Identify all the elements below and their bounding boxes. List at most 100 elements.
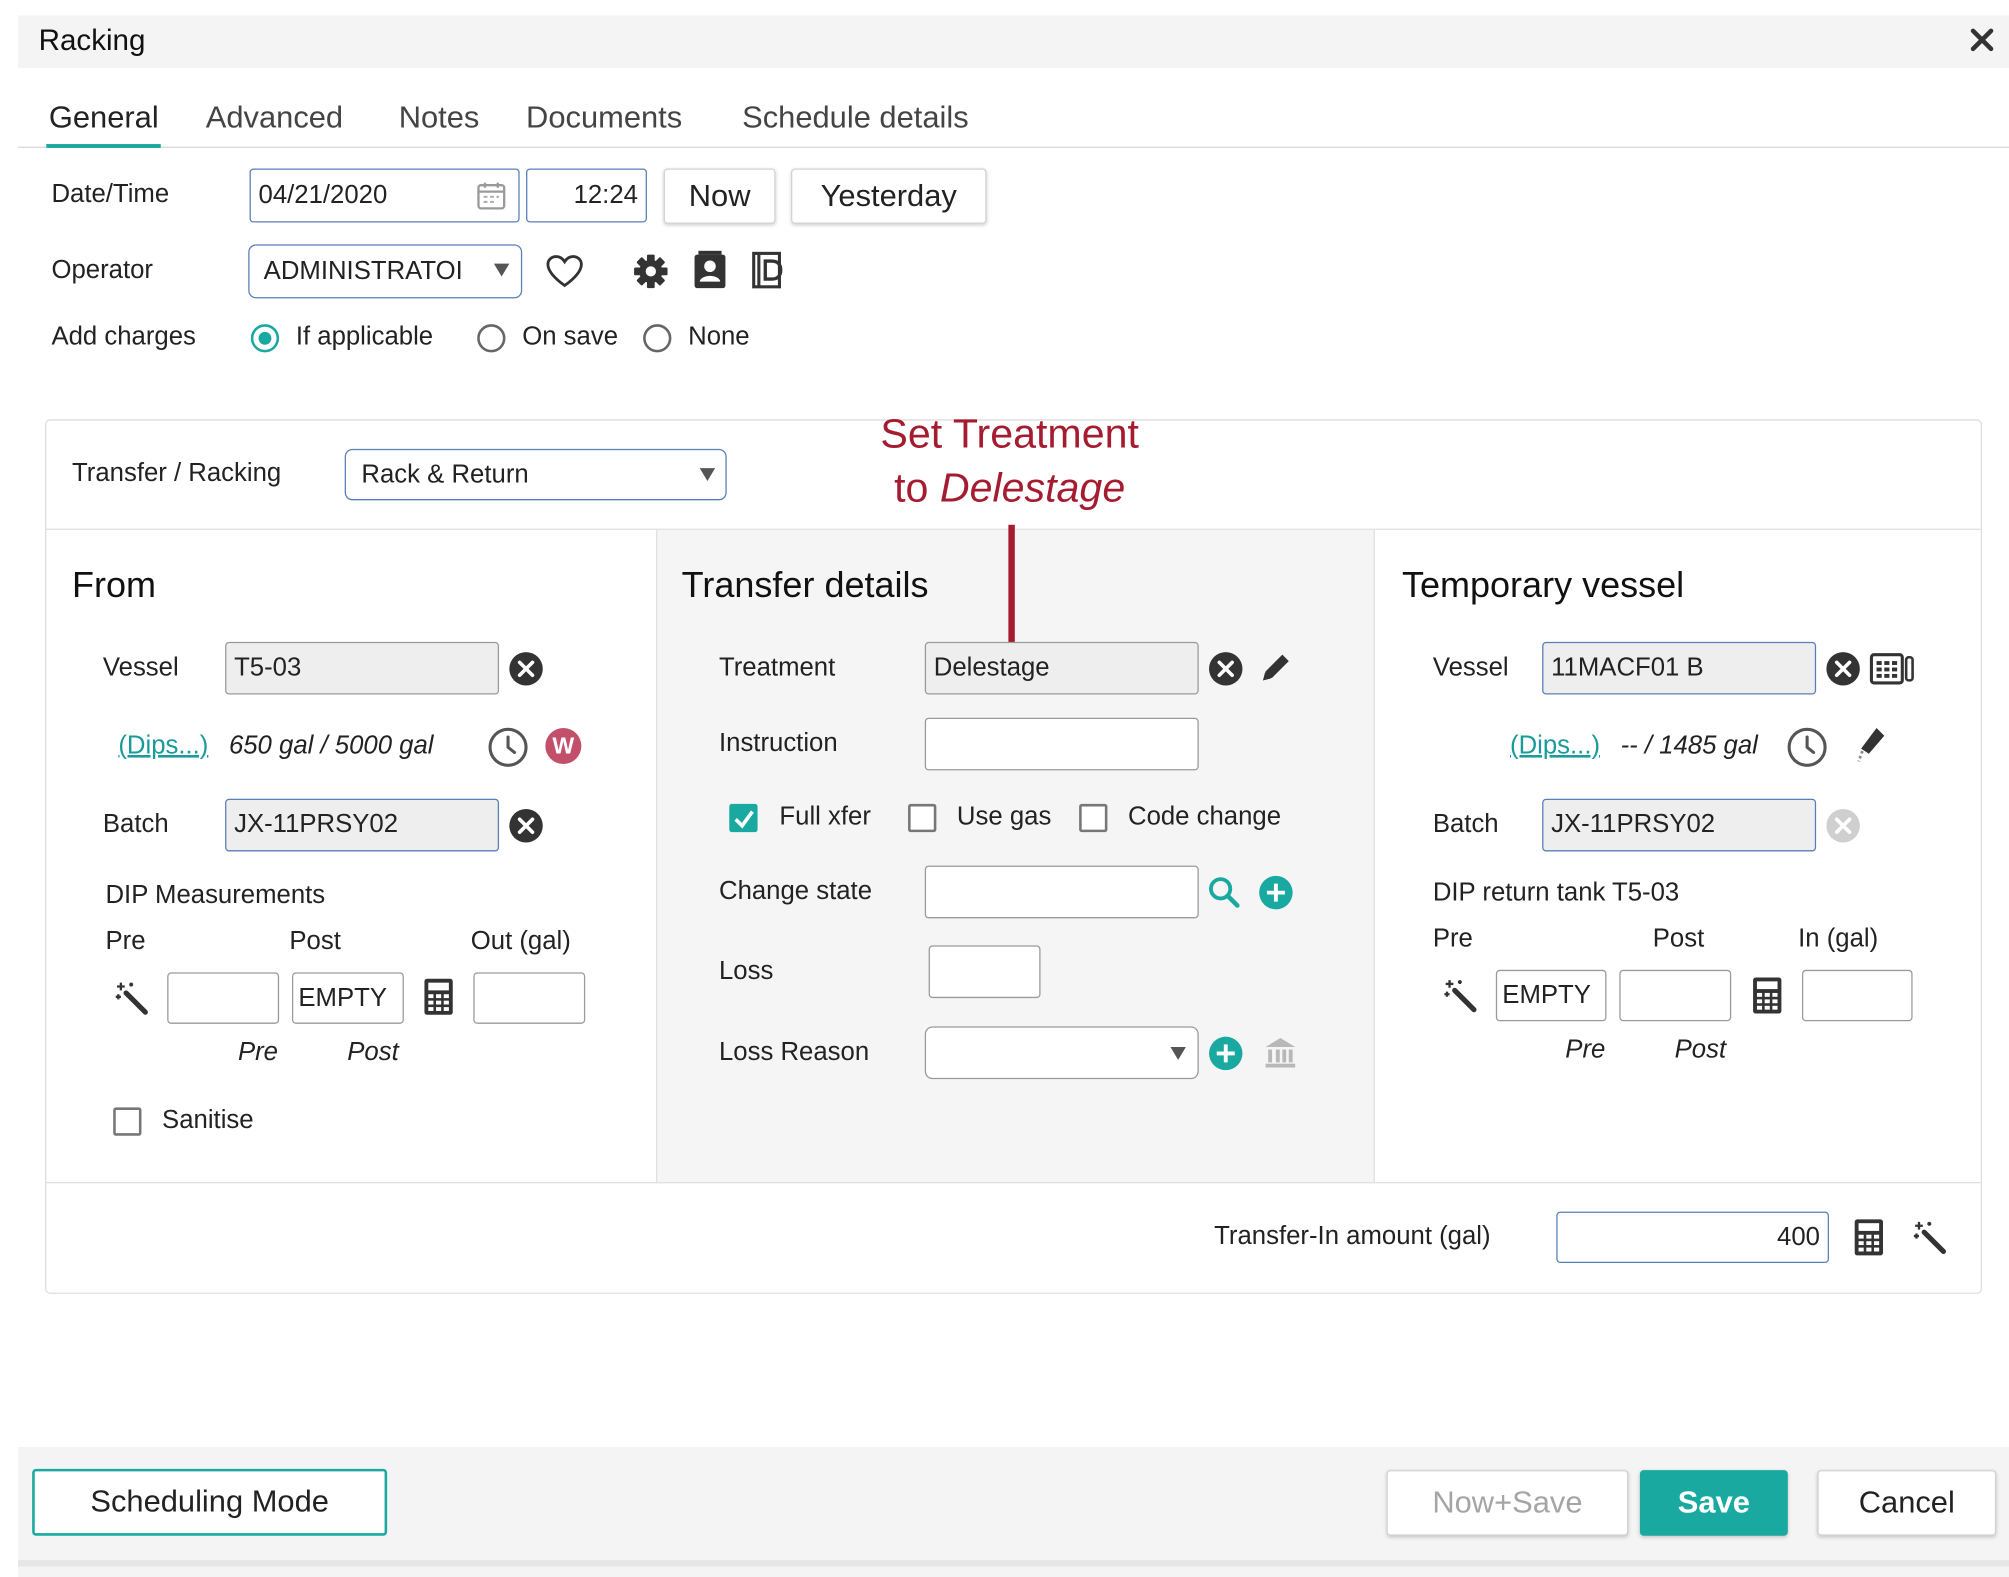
- w-badge-icon[interactable]: W: [545, 727, 582, 765]
- radio-if-applicable[interactable]: [250, 324, 280, 353]
- temp-sub-pre: Pre: [1565, 1035, 1606, 1064]
- add-circle-icon[interactable]: [1258, 875, 1294, 911]
- dialog-title: Racking: [38, 23, 146, 57]
- clear-circle-icon[interactable]: [1825, 651, 1861, 687]
- tab-schedule-details[interactable]: Schedule details: [740, 100, 972, 144]
- close-icon[interactable]: [1963, 21, 2002, 60]
- clear-circle-icon[interactable]: [508, 808, 544, 844]
- magic-wand-icon[interactable]: [1911, 1219, 1947, 1255]
- from-post-input[interactable]: EMPTY: [291, 972, 404, 1024]
- now-save-button[interactable]: Now+Save: [1386, 1470, 1629, 1536]
- transfer-in-label: Transfer-In amount (gal): [1214, 1221, 1491, 1251]
- clear-circle-icon[interactable]: [1208, 651, 1244, 687]
- from-pre-input[interactable]: [167, 972, 280, 1024]
- temporary-vessel-heading: Temporary vessel: [1401, 564, 1685, 605]
- from-vessel-value: T5-03: [234, 653, 302, 682]
- loss-reason-select[interactable]: [924, 1026, 1199, 1080]
- pencil-icon[interactable]: [1258, 650, 1294, 686]
- loss-input[interactable]: [928, 945, 1041, 999]
- temp-vessel-field[interactable]: 11MACF01 B: [1542, 641, 1817, 695]
- temp-col-post: Post: [1652, 924, 1705, 954]
- annotation-line-1: Set Treatment: [880, 410, 1139, 457]
- tab-documents[interactable]: Documents: [523, 100, 684, 144]
- calculator-icon[interactable]: [1852, 1218, 1885, 1257]
- clock-icon[interactable]: [1787, 727, 1828, 768]
- radio-if-applicable-label[interactable]: If applicable: [296, 323, 433, 353]
- from-volume-text: 650 gal / 5000 gal: [228, 731, 434, 761]
- clear-circle-icon[interactable]: [508, 651, 544, 687]
- bank-icon[interactable]: [1263, 1037, 1298, 1070]
- temp-vessel-value: 11MACF01 B: [1551, 653, 1704, 682]
- transfer-type-select[interactable]: Rack & Return: [344, 448, 727, 501]
- transfer-racking-label: Transfer / Racking: [72, 459, 282, 488]
- treatment-field[interactable]: Delestage: [924, 641, 1199, 695]
- clock-icon[interactable]: [487, 727, 528, 768]
- yesterday-button[interactable]: Yesterday: [791, 168, 987, 224]
- full-xfer-checkbox[interactable]: [729, 803, 758, 833]
- temp-pre-input[interactable]: EMPTY: [1495, 969, 1607, 1022]
- use-gas-label[interactable]: Use gas: [957, 803, 1051, 833]
- gear-icon[interactable]: [632, 252, 671, 291]
- radio-on-save[interactable]: [477, 324, 506, 353]
- calculator-icon[interactable]: [422, 978, 455, 1017]
- document-d-icon[interactable]: [750, 250, 789, 291]
- tab-general[interactable]: General: [46, 100, 162, 148]
- cancel-button[interactable]: Cancel: [1817, 1470, 1997, 1536]
- operator-select[interactable]: ADMINISTRATOI: [248, 244, 523, 299]
- sanitise-label[interactable]: Sanitise: [162, 1106, 254, 1136]
- sanitise-checkbox[interactable]: [113, 1107, 142, 1136]
- scheduling-mode-button[interactable]: Scheduling Mode: [32, 1468, 388, 1536]
- calendar-icon[interactable]: [476, 180, 507, 211]
- tab-notes[interactable]: Notes: [396, 100, 482, 144]
- date-value: 04/21/2020: [258, 180, 388, 210]
- tab-advanced[interactable]: Advanced: [203, 100, 345, 144]
- radio-none[interactable]: [643, 324, 672, 353]
- dropper-icon[interactable]: [1853, 725, 1886, 766]
- temp-batch-field[interactable]: JX-11PRSY02: [1542, 798, 1817, 852]
- transfer-in-value: 400: [1777, 1222, 1820, 1251]
- radio-on-save-label[interactable]: On save: [522, 323, 618, 353]
- save-button[interactable]: Save: [1639, 1470, 1788, 1536]
- from-batch-field[interactable]: JX-11PRSY02: [225, 798, 500, 852]
- transfer-in-input[interactable]: 400: [1556, 1211, 1829, 1264]
- code-change-checkbox[interactable]: [1079, 803, 1108, 833]
- full-xfer-label[interactable]: Full xfer: [779, 803, 870, 833]
- temp-in-input[interactable]: [1801, 969, 1913, 1022]
- contact-card-icon[interactable]: [691, 250, 730, 291]
- now-button[interactable]: Now: [663, 168, 776, 224]
- use-gas-checkbox[interactable]: [908, 803, 937, 833]
- operator-label: Operator: [51, 255, 153, 285]
- treatment-value: Delestage: [933, 653, 1050, 682]
- transfer-details-column: [655, 529, 1375, 1184]
- temp-volume-text: -- / 1485 gal: [1620, 731, 1758, 761]
- footer-bottom-strip: [18, 1560, 2009, 1567]
- from-col-pre: Pre: [105, 927, 146, 956]
- calculator-icon[interactable]: [1751, 976, 1784, 1015]
- temp-col-in: In (gal): [1798, 924, 1879, 954]
- change-state-input[interactable]: [924, 865, 1199, 919]
- chevron-down-icon: [699, 468, 716, 482]
- heart-icon[interactable]: [545, 253, 584, 289]
- clear-circle-disabled-icon: [1826, 809, 1860, 843]
- temp-dips-link[interactable]: (Dips...): [1510, 732, 1600, 762]
- search-icon[interactable]: [1208, 876, 1241, 909]
- from-out-input[interactable]: [473, 972, 586, 1024]
- time-input[interactable]: 12:24: [526, 168, 647, 223]
- loss-reason-label: Loss Reason: [718, 1037, 870, 1067]
- vessel-calculator-icon[interactable]: [1869, 651, 1915, 687]
- magic-wand-icon[interactable]: [1442, 978, 1478, 1014]
- from-vessel-label: Vessel: [102, 653, 179, 682]
- temp-post-input[interactable]: [1619, 969, 1732, 1022]
- from-batch-label: Batch: [102, 810, 169, 839]
- from-col-out: Out (gal): [470, 927, 571, 956]
- from-batch-value: JX-11PRSY02: [234, 810, 399, 839]
- code-change-label[interactable]: Code change: [1128, 803, 1281, 833]
- from-vessel-field[interactable]: T5-03: [225, 641, 500, 695]
- radio-none-label[interactable]: None: [688, 323, 749, 353]
- add-circle-icon[interactable]: [1208, 1035, 1244, 1071]
- dip-measurements-heading: DIP Measurements: [105, 881, 326, 910]
- instruction-label: Instruction: [718, 729, 838, 758]
- instruction-input[interactable]: [924, 717, 1199, 771]
- magic-wand-icon[interactable]: [113, 980, 149, 1016]
- from-dips-link[interactable]: (Dips...): [118, 732, 208, 762]
